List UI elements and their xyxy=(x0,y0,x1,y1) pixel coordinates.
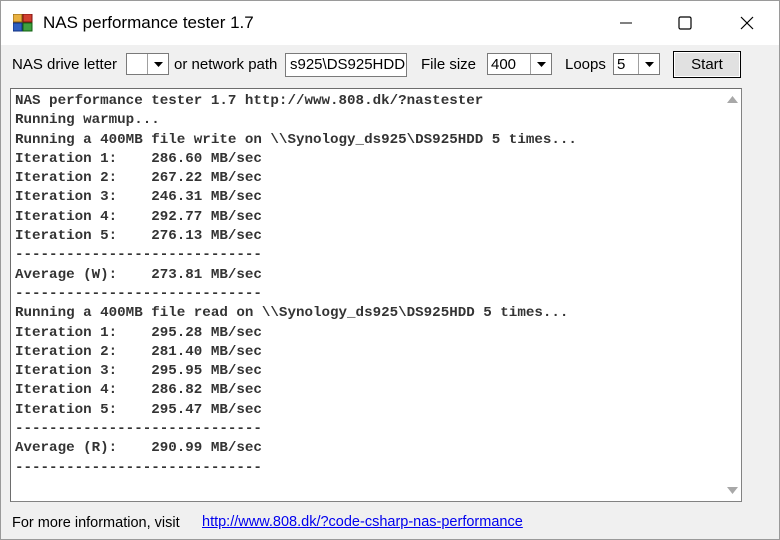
window-title: NAS performance tester 1.7 xyxy=(43,13,254,32)
file-size-value: 400 xyxy=(491,56,517,73)
drive-dropdown-button[interactable] xyxy=(147,54,168,74)
minimize-button[interactable] xyxy=(596,1,656,45)
file-size-select[interactable]: 400 xyxy=(487,53,552,75)
output-line: Iteration 4: 292.77 MB/sec xyxy=(15,208,262,225)
output-line: Iteration 3: 295.95 MB/sec xyxy=(15,363,262,380)
chevron-down-icon xyxy=(644,61,654,67)
file-size-dropdown-button[interactable] xyxy=(530,54,551,74)
output-line: ----------------------------- xyxy=(15,421,262,438)
output-line: Iteration 1: 286.60 MB/sec xyxy=(15,150,262,167)
output-line: Running warmup... xyxy=(15,112,160,129)
minimize-icon xyxy=(620,22,632,24)
output-line: Iteration 1: 295.28 MB/sec xyxy=(15,324,262,341)
app-window: NAS performance tester 1.7 NAS drive let… xyxy=(0,0,780,540)
drive-letter-select[interactable] xyxy=(126,53,169,75)
chevron-down-icon xyxy=(153,61,163,67)
chevron-down-icon xyxy=(536,61,546,67)
output-line: Iteration 2: 267.22 MB/sec xyxy=(15,170,262,187)
maximize-button[interactable] xyxy=(655,1,715,45)
start-button[interactable]: Start xyxy=(673,51,741,78)
app-icon xyxy=(13,14,33,32)
loops-select[interactable]: 5 xyxy=(613,53,660,75)
loops-dropdown-button[interactable] xyxy=(638,54,659,74)
maximize-icon xyxy=(678,16,692,30)
network-path-input[interactable]: s925\DS925HDD xyxy=(285,53,407,77)
output-line: Iteration 5: 295.47 MB/sec xyxy=(15,401,262,418)
vertical-scrollbar[interactable] xyxy=(723,89,741,501)
close-button[interactable] xyxy=(717,1,777,45)
loops-value: 5 xyxy=(617,56,626,73)
output-line: Average (W): 273.81 MB/sec xyxy=(15,266,262,283)
output-line: Running a 400MB file write on \\Synology… xyxy=(15,131,577,148)
close-icon xyxy=(740,16,754,30)
output-line: Average (R): 290.99 MB/sec xyxy=(15,440,262,457)
scroll-up-icon[interactable] xyxy=(727,96,738,103)
output-log: NAS performance tester 1.7 http://www.80… xyxy=(15,92,719,478)
output-line: Iteration 2: 281.40 MB/sec xyxy=(15,343,262,360)
file-size-label: File size xyxy=(421,56,477,73)
scroll-down-icon[interactable] xyxy=(727,487,738,494)
loops-label: Loops xyxy=(565,56,606,73)
output-line: ----------------------------- xyxy=(15,459,262,476)
output-line: ----------------------------- xyxy=(15,247,262,264)
output-line: Iteration 4: 286.82 MB/sec xyxy=(15,382,262,399)
output-line: NAS performance tester 1.7 http://www.80… xyxy=(15,93,484,109)
title-bar[interactable]: NAS performance tester 1.7 xyxy=(1,1,779,45)
output-line: Running a 400MB file read on \\Synology_… xyxy=(15,305,569,322)
network-path-label: or network path xyxy=(174,56,278,73)
output-textarea[interactable]: NAS performance tester 1.7 http://www.80… xyxy=(10,88,742,502)
output-line: Iteration 3: 246.31 MB/sec xyxy=(15,189,262,206)
info-link[interactable]: http://www.808.dk/?code-csharp-nas-perfo… xyxy=(202,514,523,530)
drive-letter-label: NAS drive letter xyxy=(12,56,118,73)
output-line: ----------------------------- xyxy=(15,285,262,302)
footer-info-label: For more information, visit xyxy=(12,515,180,531)
output-line: Iteration 5: 276.13 MB/sec xyxy=(15,228,262,245)
